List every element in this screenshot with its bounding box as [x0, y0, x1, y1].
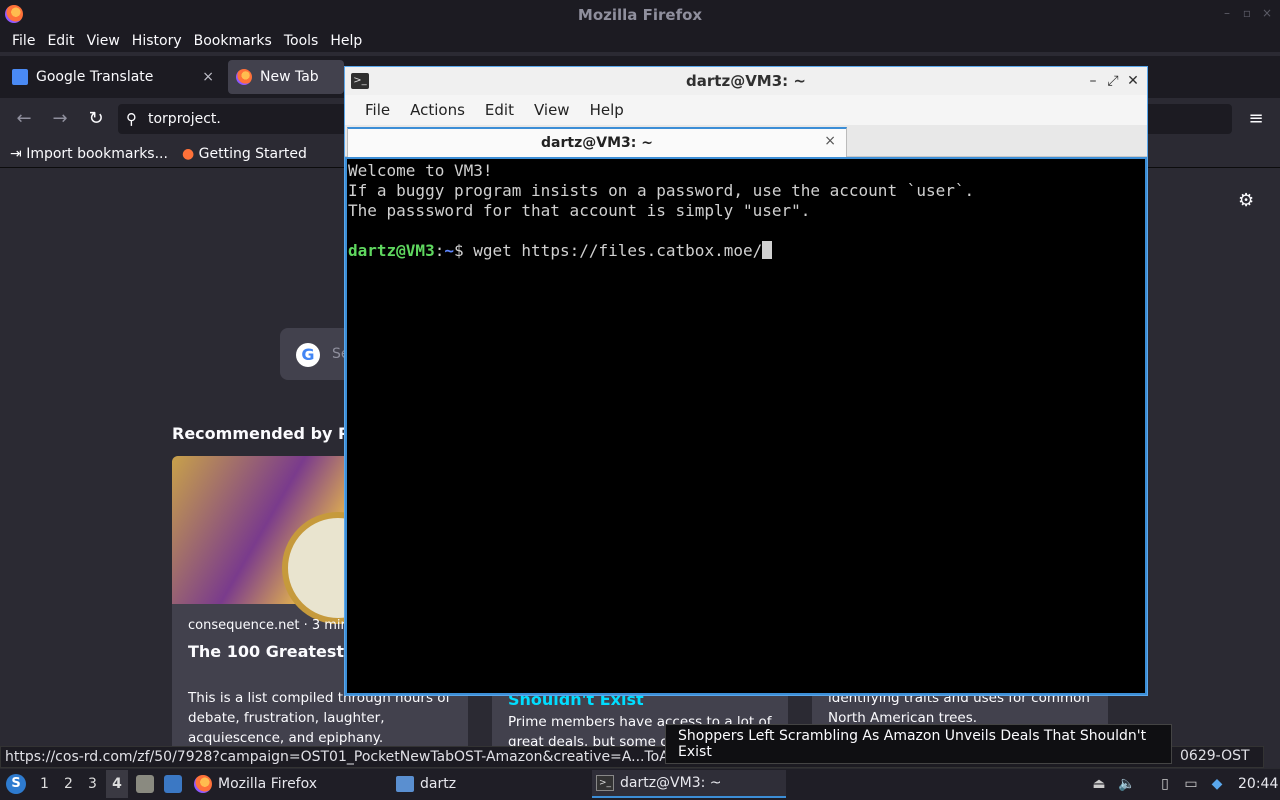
minimize-icon[interactable]: –	[1085, 72, 1101, 90]
maximize-icon[interactable]: ▫	[1240, 6, 1254, 20]
clock[interactable]: 20:44	[1238, 776, 1278, 792]
terminal-menu-help[interactable]: Help	[580, 101, 634, 119]
tab-label: Google Translate	[36, 69, 154, 85]
card-description: This is a list compiled through hours of…	[188, 690, 451, 746]
terminal-titlebar[interactable]: dartz@VM3: ~	[345, 67, 1147, 95]
terminal-tab-label: dartz@VM3: ~	[541, 135, 653, 151]
terminal-line: The passsword for that account is simply…	[348, 201, 811, 220]
terminal-tab[interactable]: dartz@VM3: ~ ×	[347, 127, 847, 157]
bookmark-getting-started[interactable]: ● Getting Started	[182, 146, 307, 162]
terminal-menu-view[interactable]: View	[524, 101, 580, 119]
terminal-menu-file[interactable]: File	[355, 101, 400, 119]
terminal-window[interactable]: dartz@VM3: ~ >_ – ⤢ ✕ File Actions Edit …	[344, 66, 1148, 696]
prompt-dollar: $	[453, 241, 474, 260]
search-icon: ⚲	[126, 110, 137, 128]
reload-icon[interactable]: ↻	[85, 108, 107, 130]
workspace-3[interactable]: 3	[88, 776, 97, 792]
menu-history[interactable]: History	[126, 33, 188, 49]
terminal-menu-edit[interactable]: Edit	[475, 101, 524, 119]
terminal-output[interactable]: Welcome to VM3! If a buggy program insis…	[347, 159, 1145, 693]
google-icon: G	[296, 343, 320, 367]
firefox-titlebar: Mozilla Firefox	[0, 0, 1280, 30]
text-cursor	[762, 241, 773, 259]
link-status-tail: 0629-OST	[1180, 748, 1250, 764]
window-title: Mozilla Firefox	[577, 6, 703, 24]
command-input[interactable]: wget https://files.catbox.moe/	[473, 241, 762, 260]
close-icon[interactable]: ×	[1260, 6, 1274, 20]
menu-edit[interactable]: Edit	[41, 33, 80, 49]
import-icon: ⇥	[10, 145, 27, 162]
menu-view[interactable]: View	[81, 33, 126, 49]
desktop-launcher-icon[interactable]	[164, 775, 182, 793]
prompt-user: dartz@VM3	[348, 241, 435, 260]
menu-bookmarks[interactable]: Bookmarks	[188, 33, 278, 49]
taskbar-item-firefox[interactable]: Mozilla Firefox	[194, 770, 390, 798]
tab-label: New Tab	[260, 69, 319, 85]
gear-icon[interactable]: ⚙	[1238, 190, 1254, 211]
tab-close-icon[interactable]: ×	[202, 69, 214, 85]
card-source: consequence.net · 3 min	[188, 618, 349, 633]
tab-google-translate[interactable]: Google Translate ×	[4, 60, 222, 94]
url-input[interactable]: torproject.	[148, 111, 221, 127]
terminal-icon: >_	[351, 73, 369, 89]
start-menu-icon[interactable]: S	[6, 774, 26, 794]
taskbar-item-label: dartz	[420, 776, 457, 792]
taskbar-item-label: dartz@VM3: ~	[620, 775, 722, 791]
menu-tools[interactable]: Tools	[278, 33, 325, 49]
firefox-icon	[194, 775, 212, 793]
firefox-menubar: File Edit View History Bookmarks Tools H…	[0, 30, 1280, 52]
forward-arrow-icon[interactable]: →	[49, 108, 71, 130]
back-arrow-icon[interactable]: ←	[13, 108, 35, 130]
terminal-line: Welcome to VM3!	[348, 161, 493, 180]
bookmark-import[interactable]: ⇥ Import bookmarks...	[10, 146, 168, 162]
link-tooltip: Shoppers Left Scrambling As Amazon Unvei…	[665, 724, 1172, 764]
menu-help[interactable]: Help	[324, 33, 368, 49]
terminal-menubar: File Actions Edit View Help	[345, 95, 1147, 125]
terminal-title: dartz@VM3: ~	[686, 72, 806, 90]
firefox-icon: ●	[181, 145, 199, 162]
clipboard-icon[interactable]: ▯	[1156, 775, 1174, 793]
firefox-logo-icon	[5, 5, 23, 23]
menu-file[interactable]: File	[6, 33, 41, 49]
recommended-heading: Recommended by Poc	[172, 424, 371, 443]
terminal-line: If a buggy program insists on a password…	[348, 181, 975, 200]
tab-new-tab[interactable]: New Tab	[228, 60, 344, 94]
close-icon[interactable]: ✕	[1125, 72, 1141, 90]
terminal-menu-actions[interactable]: Actions	[400, 101, 475, 119]
tab-close-icon[interactable]: ×	[824, 133, 836, 149]
firefox-icon	[236, 69, 252, 85]
google-translate-icon	[12, 69, 28, 85]
folder-icon	[396, 776, 414, 792]
workspace-2[interactable]: 2	[64, 776, 73, 792]
terminal-tabbar: dartz@VM3: ~ ×	[345, 125, 1147, 157]
tray-upload-icon[interactable]: ⏏	[1090, 775, 1108, 793]
prompt-sep: :	[434, 241, 445, 260]
volume-icon[interactable]: 🔈	[1118, 775, 1136, 793]
update-notifier-icon[interactable]: ◆	[1208, 775, 1226, 793]
terminal-prompt-line[interactable]: dartz@VM3:~$ wget https://files.catbox.m…	[348, 241, 1145, 261]
taskbar-item-terminal[interactable]: >_ dartz@VM3: ~	[592, 770, 786, 798]
workspace-4[interactable]: 4	[106, 770, 128, 798]
hamburger-menu-icon[interactable]: ≡	[1245, 108, 1267, 130]
workspace-1[interactable]: 1	[40, 776, 49, 792]
terminal-icon: >_	[596, 775, 614, 791]
file-manager-launcher-icon[interactable]	[136, 775, 154, 793]
minimize-icon[interactable]: –	[1220, 6, 1234, 20]
taskbar-item-label: Mozilla Firefox	[218, 776, 318, 792]
prompt-path: ~	[444, 241, 454, 260]
network-icon[interactable]: ▭	[1182, 775, 1200, 793]
maximize-icon[interactable]: ⤢	[1105, 72, 1121, 90]
taskbar-item-folder[interactable]: dartz	[396, 770, 586, 798]
